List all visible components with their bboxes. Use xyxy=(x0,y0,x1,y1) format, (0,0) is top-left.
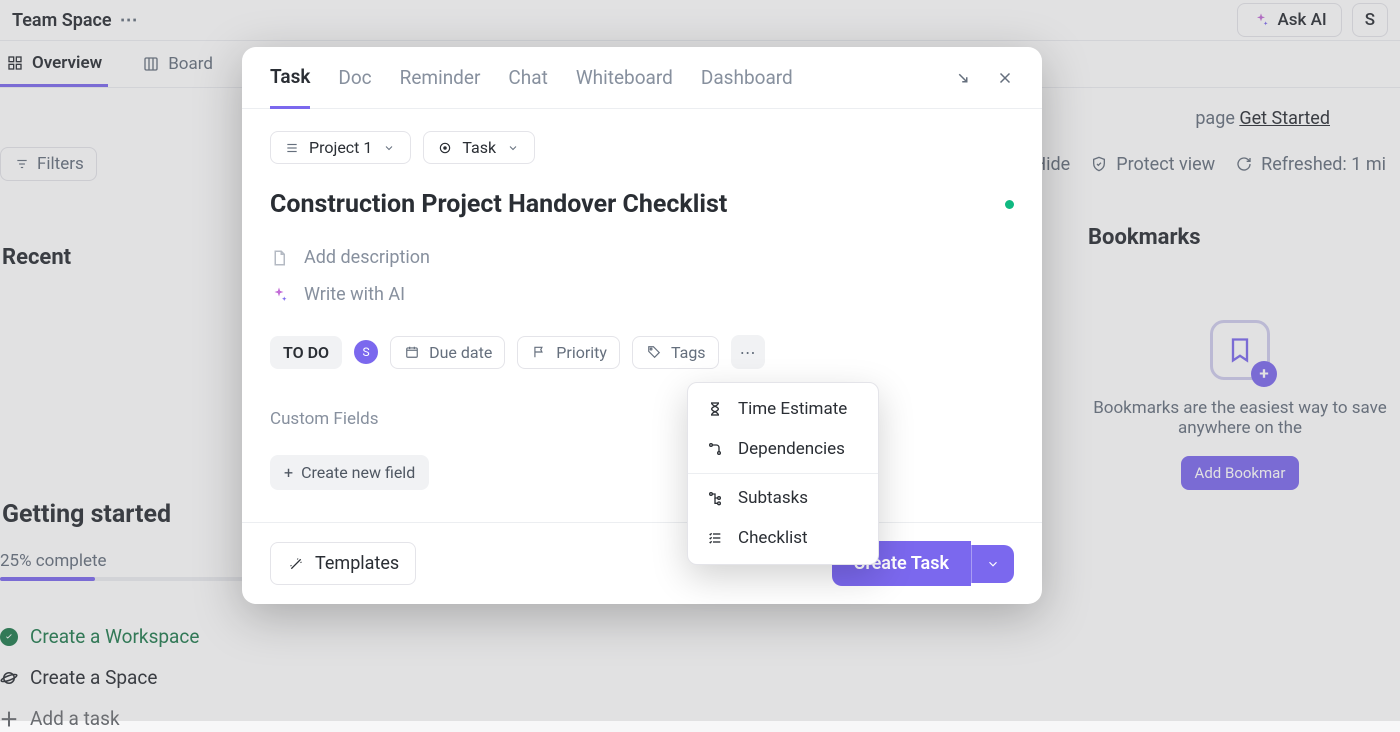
bookmark-desc: Bookmarks are the easiest way to save an… xyxy=(1080,398,1400,438)
board-icon xyxy=(142,55,160,73)
space-title: Team Space xyxy=(12,10,112,31)
more-options-button[interactable]: ⋯ xyxy=(731,335,765,369)
refresh-icon xyxy=(1235,155,1253,173)
chevron-down-icon xyxy=(380,139,398,157)
shield-icon xyxy=(1090,155,1108,173)
planet-icon xyxy=(0,669,18,687)
check-circle-icon xyxy=(0,628,18,646)
modal-tab-task[interactable]: Task xyxy=(270,47,310,109)
subtasks-icon xyxy=(706,489,724,507)
dependencies-icon xyxy=(706,440,724,458)
bookmark-empty-icon: + xyxy=(1210,320,1270,380)
sparkle-icon xyxy=(1252,11,1270,29)
gs-item-create-space[interactable]: Create a Space xyxy=(0,666,380,689)
create-task-more-button[interactable] xyxy=(971,545,1014,583)
modal-tab-reminder[interactable]: Reminder xyxy=(400,47,481,109)
status-chip[interactable]: TO DO xyxy=(270,336,342,369)
dd-time-estimate[interactable]: Time Estimate xyxy=(688,389,878,429)
modal-tab-dashboard[interactable]: Dashboard xyxy=(701,47,793,109)
gs-item-create-workspace[interactable]: Create a Workspace xyxy=(0,625,380,648)
expand-icon[interactable] xyxy=(954,69,972,87)
dd-subtasks[interactable]: Subtasks xyxy=(688,478,878,518)
write-with-ai-button[interactable]: Write with AI xyxy=(270,284,1014,305)
grid-icon xyxy=(6,54,24,72)
modal-tab-whiteboard[interactable]: Whiteboard xyxy=(576,47,673,109)
tag-icon xyxy=(645,343,663,361)
bookmark-plus-badge: + xyxy=(1251,361,1277,387)
list-small-icon xyxy=(283,139,301,157)
dd-checklist[interactable]: Checklist xyxy=(688,518,878,558)
calendar-icon xyxy=(403,343,421,361)
type-selector[interactable]: Task xyxy=(423,131,535,164)
assignee-avatar[interactable]: S xyxy=(354,340,378,364)
ellipsis-icon: ⋯ xyxy=(740,343,756,362)
add-bookmark-button[interactable]: Add Bookmar xyxy=(1181,456,1300,490)
more-options-dropdown: Time Estimate Dependencies Subtasks Chec… xyxy=(687,382,879,565)
hourglass-icon xyxy=(706,400,724,418)
tab-overview[interactable]: Overview xyxy=(0,41,108,87)
protect-view-button[interactable]: Protect view xyxy=(1090,154,1215,175)
templates-button[interactable]: Templates xyxy=(270,542,416,585)
priority-chip[interactable]: Priority xyxy=(517,336,620,369)
plus-icon: + xyxy=(284,463,293,482)
modal-tab-chat[interactable]: Chat xyxy=(508,47,547,109)
record-icon xyxy=(436,139,454,157)
presence-indicator xyxy=(1005,200,1014,209)
header-right-button[interactable]: S xyxy=(1352,3,1388,37)
tags-chip[interactable]: Tags xyxy=(632,336,719,369)
chevron-down-icon xyxy=(504,139,522,157)
space-more-icon[interactable]: ⋯ xyxy=(120,10,138,31)
custom-fields-label: Custom Fields xyxy=(270,409,1014,429)
sparkle-icon xyxy=(270,286,288,304)
refreshed-indicator[interactable]: Refreshed: 1 mi xyxy=(1235,154,1386,175)
plus-icon: ＋ xyxy=(0,710,18,728)
task-title[interactable]: Construction Project Handover Checklist xyxy=(270,190,727,219)
filter-icon xyxy=(13,155,31,173)
modal-tab-doc[interactable]: Doc xyxy=(338,47,371,109)
wand-icon xyxy=(287,555,305,573)
create-task-modal: Task Doc Reminder Chat Whiteboard Dashbo… xyxy=(242,47,1042,604)
filters-button[interactable]: Filters xyxy=(0,147,97,181)
close-icon[interactable] xyxy=(996,69,1014,87)
add-description-button[interactable]: Add description xyxy=(270,247,1014,268)
due-date-chip[interactable]: Due date xyxy=(390,336,505,369)
tab-board[interactable]: Board xyxy=(136,41,219,87)
flag-icon xyxy=(530,343,548,361)
bookmarks-heading: Bookmarks xyxy=(1088,225,1400,250)
project-selector[interactable]: Project 1 xyxy=(270,131,411,164)
dd-dependencies[interactable]: Dependencies xyxy=(688,429,878,469)
gs-item-add-task[interactable]: ＋ Add a task xyxy=(0,707,380,730)
checklist-icon xyxy=(706,529,724,547)
create-field-button[interactable]: + Create new field xyxy=(270,455,429,490)
get-started-link[interactable]: Get Started xyxy=(1239,108,1330,129)
ask-ai-label: Ask AI xyxy=(1278,10,1327,30)
page-icon xyxy=(270,249,288,267)
ask-ai-button[interactable]: Ask AI xyxy=(1237,3,1342,37)
